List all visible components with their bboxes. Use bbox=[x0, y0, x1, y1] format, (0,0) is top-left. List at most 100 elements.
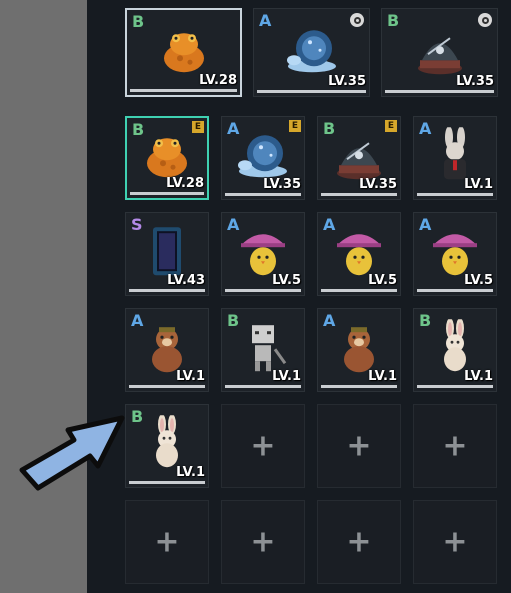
pet-card[interactable]: B LV.1 bbox=[413, 308, 497, 392]
equipped-badge: E bbox=[385, 120, 397, 132]
empty-pet-slot[interactable]: + bbox=[221, 500, 305, 584]
pet-card[interactable]: B LV.35 bbox=[381, 8, 498, 97]
grade-label: B bbox=[131, 407, 143, 426]
mushroom-chick-icon bbox=[433, 234, 477, 276]
pet-card[interactable]: A E LV.35 bbox=[221, 116, 305, 200]
cycle-icon bbox=[350, 13, 364, 27]
crystal-snail-icon bbox=[286, 29, 336, 72]
empty-pet-slot[interactable]: + bbox=[125, 500, 209, 584]
pet-card[interactable]: A LV.1 bbox=[317, 308, 401, 392]
plush-bunny-icon bbox=[156, 415, 178, 468]
pet-card[interactable]: A LV.1 bbox=[125, 308, 209, 392]
pet-card[interactable]: B LV.1 bbox=[125, 404, 209, 488]
pet-card[interactable]: A LV.5 bbox=[413, 212, 497, 296]
exp-bar bbox=[129, 385, 205, 388]
plus-icon: + bbox=[154, 524, 180, 560]
empty-pet-slot[interactable]: + bbox=[317, 404, 401, 488]
plus-icon: + bbox=[250, 428, 276, 464]
equipped-badge: E bbox=[289, 120, 301, 132]
grade-label: A bbox=[419, 215, 431, 234]
exp-bar bbox=[417, 385, 493, 388]
level-label: LV.1 bbox=[176, 369, 205, 384]
level-label: LV.5 bbox=[464, 273, 493, 288]
grade-label: B bbox=[323, 119, 335, 138]
exp-bar bbox=[417, 289, 493, 292]
level-label: LV.43 bbox=[167, 273, 205, 288]
orange-toad-icon bbox=[147, 138, 187, 178]
pet-card[interactable]: B E LV.28 bbox=[125, 116, 209, 200]
exp-bar bbox=[129, 289, 205, 292]
equipped-badge: E bbox=[192, 121, 204, 133]
exp-bar bbox=[417, 193, 493, 196]
level-label: LV.1 bbox=[272, 369, 301, 384]
level-label: LV.1 bbox=[176, 465, 205, 480]
brown-beaver-icon bbox=[152, 327, 182, 373]
grade-label: B bbox=[419, 311, 431, 330]
pet-card[interactable]: B LV.28 bbox=[125, 8, 242, 97]
dark-portal-icon bbox=[153, 227, 181, 276]
level-label: LV.35 bbox=[263, 177, 301, 192]
mushroom-chick-icon bbox=[241, 234, 285, 276]
crystal-dome-icon bbox=[337, 142, 381, 180]
pet-card[interactable]: A LV.5 bbox=[317, 212, 401, 296]
level-label: LV.1 bbox=[464, 177, 493, 192]
crystal-dome-icon bbox=[417, 36, 462, 74]
grade-label: A bbox=[227, 119, 239, 138]
pointer-arrow-icon bbox=[19, 415, 125, 491]
pet-card[interactable]: B LV.1 bbox=[221, 308, 305, 392]
level-label: LV.1 bbox=[368, 369, 397, 384]
plus-icon: + bbox=[346, 524, 372, 560]
empty-pet-slot[interactable]: + bbox=[317, 500, 401, 584]
grade-label: A bbox=[259, 11, 271, 30]
exp-bar bbox=[130, 89, 237, 92]
grade-label: B bbox=[132, 12, 144, 31]
grade-label: A bbox=[419, 119, 431, 138]
plus-icon: + bbox=[346, 428, 372, 464]
pet-card[interactable]: S LV.43 bbox=[125, 212, 209, 296]
plus-icon: + bbox=[442, 428, 468, 464]
level-label: LV.28 bbox=[199, 73, 237, 88]
level-label: LV.35 bbox=[456, 74, 494, 89]
level-label: LV.5 bbox=[272, 273, 301, 288]
level-label: LV.35 bbox=[359, 177, 397, 192]
exp-bar bbox=[225, 385, 301, 388]
pet-card[interactable]: A LV.5 bbox=[221, 212, 305, 296]
level-label: LV.28 bbox=[166, 176, 204, 191]
pet-card[interactable]: B E LV.35 bbox=[317, 116, 401, 200]
exp-bar bbox=[257, 90, 366, 93]
level-label: LV.1 bbox=[464, 369, 493, 384]
grade-label: B bbox=[387, 11, 399, 30]
exp-bar bbox=[225, 289, 301, 292]
exp-bar bbox=[385, 90, 494, 93]
grade-label: A bbox=[323, 215, 335, 234]
grade-label: B bbox=[132, 120, 144, 139]
orange-toad-icon bbox=[163, 32, 204, 72]
exp-bar bbox=[130, 192, 204, 195]
level-label: LV.35 bbox=[328, 74, 366, 89]
empty-pet-slot[interactable]: + bbox=[413, 404, 497, 488]
plus-icon: + bbox=[442, 524, 468, 560]
exp-bar bbox=[129, 481, 205, 484]
exp-bar bbox=[321, 385, 397, 388]
exp-bar bbox=[225, 193, 301, 196]
level-label: LV.5 bbox=[368, 273, 397, 288]
box-robot-icon bbox=[252, 325, 287, 372]
exp-bar bbox=[321, 289, 397, 292]
brown-beaver-icon bbox=[344, 327, 374, 373]
crystal-snail-icon bbox=[238, 135, 287, 178]
plush-bunny-icon bbox=[444, 319, 466, 372]
pet-card[interactable]: A LV.35 bbox=[253, 8, 370, 97]
grade-label: A bbox=[227, 215, 239, 234]
pet-card[interactable]: A LV.1 bbox=[413, 116, 497, 200]
empty-pet-slot[interactable]: + bbox=[221, 404, 305, 488]
grade-label: A bbox=[131, 311, 143, 330]
grade-label: S bbox=[131, 215, 143, 234]
cycle-icon bbox=[478, 13, 492, 27]
exp-bar bbox=[321, 193, 397, 196]
plus-icon: + bbox=[250, 524, 276, 560]
mushroom-chick-icon bbox=[337, 234, 381, 276]
suit-rabbit-icon bbox=[444, 127, 466, 180]
grade-label: B bbox=[227, 311, 239, 330]
empty-pet-slot[interactable]: + bbox=[413, 500, 497, 584]
grade-label: A bbox=[323, 311, 335, 330]
